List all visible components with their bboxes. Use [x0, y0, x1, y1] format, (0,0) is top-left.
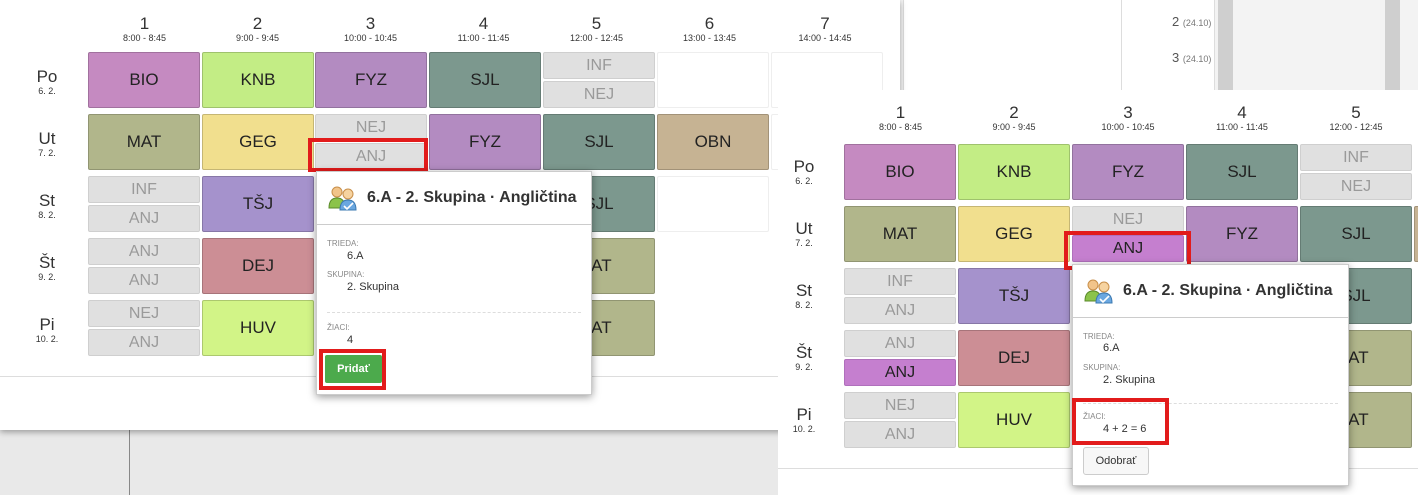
lesson-cell[interactable]: MAT — [88, 114, 200, 170]
lesson-cell[interactable]: BIO — [844, 144, 956, 200]
period-header: 6 13:00 - 13:45 — [682, 14, 737, 44]
period-header: 5 12:00 - 12:45 — [569, 14, 624, 44]
group-popup: 6.A - 2. Skupina · Angličtina TRIEDA: 6.… — [1072, 264, 1349, 486]
empty-cell[interactable] — [657, 52, 769, 108]
day-label: Pi 10. 2. — [792, 405, 816, 435]
group-lesson-cell[interactable]: ANJ — [844, 421, 956, 448]
trieda-value: 6.A — [347, 250, 364, 262]
group-lesson-cell[interactable]: ANJ — [88, 238, 200, 265]
lesson-cell[interactable]: FYZ — [429, 114, 541, 170]
lesson-cell[interactable]: TŠJ — [958, 268, 1070, 324]
lesson-cell[interactable]: KNB — [202, 52, 314, 108]
lesson-cell[interactable]: FYZ — [1186, 206, 1298, 262]
timetable-before: 1 8:00 - 8:45 2 9:00 - 9:45 3 10:00 - 10:45… — [0, 0, 900, 430]
popup-title: 6.A - 2. Skupina · Angličtina — [1123, 282, 1333, 299]
group-lesson-cell-anj-selected[interactable]: ANJ — [844, 359, 956, 386]
lesson-cell[interactable]: SJL — [1186, 144, 1298, 200]
trieda-value: 6.A — [1103, 342, 1120, 354]
lesson-cell[interactable]: SJL — [543, 114, 655, 170]
highlight-ziaci-count — [1072, 398, 1169, 445]
lesson-cell[interactable]: DEJ — [202, 238, 314, 294]
day-label: Št 9. 2. — [795, 343, 813, 373]
trieda-label: TRIEDA: — [327, 239, 359, 248]
period-header: 2 9:00 - 9:45 — [235, 14, 280, 44]
group-lesson-cell[interactable]: ANJ — [844, 330, 956, 357]
popup-title: 6.A - 2. Skupina · Angličtina — [367, 189, 577, 206]
background-row: 2 (24.10) — [1172, 14, 1212, 29]
day-label: Pi 10. 2. — [35, 315, 59, 345]
group-lesson-cell[interactable]: INF — [844, 268, 956, 295]
group-lesson-cell[interactable]: ANJ — [844, 297, 956, 324]
skupina-label: SKUPINA: — [327, 270, 365, 279]
highlight-anj-cell — [308, 138, 428, 172]
period-header: 1 8:00 - 8:45 — [122, 14, 167, 44]
group-lesson-cell[interactable]: INF — [1300, 144, 1412, 171]
period-header: 7 14:00 - 14:45 — [798, 14, 852, 44]
group-lesson-cell[interactable]: NEJ — [88, 300, 200, 327]
lesson-cell[interactable]: BIO — [88, 52, 200, 108]
lesson-cell[interactable]: TŠJ — [202, 176, 314, 232]
day-label: Po 6. 2. — [793, 157, 815, 187]
background-row: 3 (24.10) — [1172, 50, 1212, 65]
skupina-value: 2. Skupina — [1103, 374, 1155, 386]
scrollbar[interactable] — [1218, 0, 1233, 92]
popup-header: 6.A - 2. Skupina · Angličtina — [317, 172, 591, 225]
period-header: 1 8:00 - 8:45 — [878, 103, 923, 133]
lesson-cell[interactable]: GEG — [202, 114, 314, 170]
group-lesson-cell[interactable]: ANJ — [88, 329, 200, 356]
lesson-cell[interactable]: SJL — [1300, 206, 1412, 262]
group-lesson-cell[interactable]: NEJ — [315, 114, 427, 141]
ziaci-value: 4 — [347, 334, 354, 346]
period-header: 3 10:00 - 10:45 — [1101, 103, 1155, 133]
trieda-label: TRIEDA: — [1083, 332, 1115, 341]
group-lesson-cell[interactable]: ANJ — [88, 205, 200, 232]
day-label: Ut 7. 2. — [795, 219, 813, 249]
day-label: Št 9. 2. — [38, 253, 56, 283]
group-icon — [1084, 279, 1113, 304]
remove-button[interactable]: Odobrať — [1083, 447, 1149, 475]
period-header: 3 10:00 - 10:45 — [343, 14, 398, 44]
background-table: 2 (24.10) 3 (24.10) — [903, 0, 1215, 92]
period-header: 2 9:00 - 9:45 — [992, 103, 1036, 133]
day-label: St 8. 2. — [38, 191, 56, 221]
group-lesson-cell[interactable]: ANJ — [88, 267, 200, 294]
group-icon — [328, 186, 357, 211]
timetable-after: 1 8:00 - 8:45 2 9:00 - 9:45 3 10:00 - 10:45… — [778, 90, 1418, 495]
lesson-cell[interactable]: FYZ — [1072, 144, 1184, 200]
skupina-label: SKUPINA: — [1083, 363, 1121, 372]
group-lesson-cell[interactable]: INF — [543, 52, 655, 79]
period-header: 4 11:00 - 11:45 — [457, 14, 510, 44]
lesson-cell[interactable]: OBN — [657, 114, 769, 170]
day-label: Po 6. 2. — [36, 67, 58, 97]
lesson-cell[interactable]: GEG — [958, 206, 1070, 262]
scrollbar[interactable] — [1385, 0, 1400, 92]
lesson-cell[interactable]: MAT — [844, 206, 956, 262]
lesson-cell[interactable]: SJL — [429, 52, 541, 108]
lesson-cell[interactable]: HUV — [202, 300, 314, 356]
background-window: 2 (24.10) 3 (24.10) — [895, 0, 1418, 92]
group-lesson-cell[interactable]: INF — [88, 176, 200, 203]
lesson-cell[interactable]: DEJ — [958, 330, 1070, 386]
skupina-value: 2. Skupina — [347, 281, 399, 293]
popup-header: 6.A - 2. Skupina · Angličtina — [1073, 265, 1348, 318]
group-lesson-cell[interactable]: NEJ — [1072, 206, 1184, 233]
highlight-add-button — [319, 349, 386, 390]
lesson-cell[interactable]: FYZ — [315, 52, 427, 108]
group-lesson-cell[interactable]: NEJ — [844, 392, 956, 419]
period-header: 4 11:00 - 11:45 — [1216, 103, 1268, 133]
lesson-cell[interactable]: HUV — [958, 392, 1070, 448]
lesson-cell[interactable]: KNB — [958, 144, 1070, 200]
day-label: St 8. 2. — [795, 281, 813, 311]
ziaci-label: ŽIACI: — [327, 323, 350, 332]
empty-cell[interactable] — [657, 176, 769, 232]
lesson-cell-partial[interactable] — [1414, 206, 1418, 262]
day-label: Ut 7. 2. — [38, 129, 56, 159]
group-lesson-cell[interactable]: NEJ — [543, 81, 655, 108]
group-lesson-cell[interactable]: NEJ — [1300, 173, 1412, 200]
period-header: 5 12:00 - 12:45 — [1329, 103, 1383, 133]
